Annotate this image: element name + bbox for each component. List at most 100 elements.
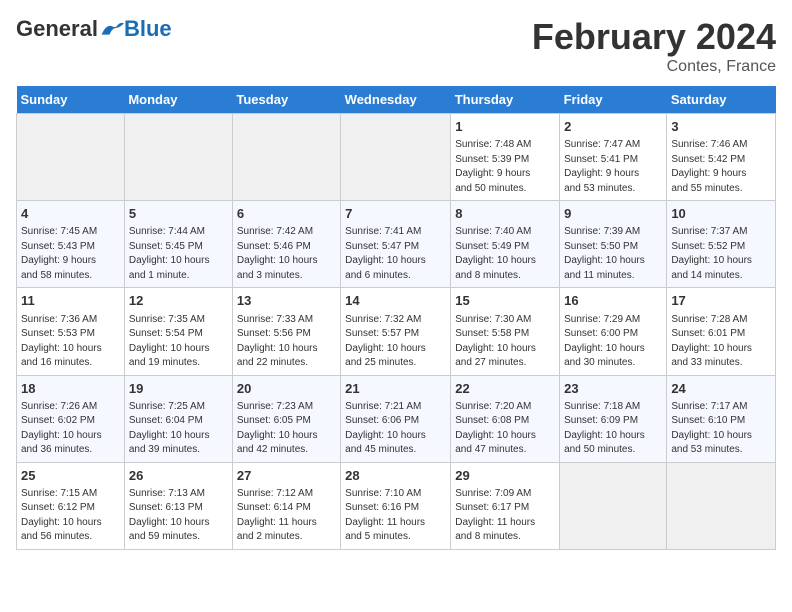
day-number: 4 (21, 205, 120, 223)
calendar-cell: 6 Sunrise: 7:42 AM Sunset: 5:46 PM Daylig… (232, 201, 340, 288)
logo-general-text: General (16, 16, 98, 42)
day-number: 24 (671, 380, 771, 398)
calendar-cell: 17 Sunrise: 7:28 AM Sunset: 6:01 PM Dayli… (667, 288, 776, 375)
day-number: 17 (671, 292, 771, 310)
day-info: Sunrise: 7:17 AM Sunset: 6:10 PM Dayligh… (671, 400, 771, 458)
day-of-week-header: Saturday (667, 86, 776, 114)
logo-blue-text: Blue (124, 16, 172, 42)
calendar-cell: 19 Sunrise: 7:25 AM Sunset: 6:04 PM Dayli… (124, 375, 232, 462)
calendar-cell: 21 Sunrise: 7:21 AM Sunset: 6:06 PM Dayli… (341, 375, 451, 462)
day-number: 18 (21, 380, 120, 398)
title-section: February 2024 Contes, France (532, 16, 776, 76)
calendar-cell: 8Sunrise: 7:40 AM Sunset: 5:49 PM Daylig… (451, 201, 560, 288)
day-info: Sunrise: 7:46 AM Sunset: 5:42 PM Dayligh… (671, 138, 771, 196)
calendar-cell: 23 Sunrise: 7:18 AM Sunset: 6:09 PM Dayli… (560, 375, 667, 462)
calendar-cell (232, 114, 340, 201)
day-info: Sunrise: 7:37 AM Sunset: 5:52 PM Dayligh… (671, 225, 771, 283)
calendar-cell (124, 114, 232, 201)
logo-bird-icon (100, 19, 124, 39)
day-number: 22 (455, 380, 555, 398)
subtitle: Contes, France (532, 58, 776, 76)
day-info: Sunrise: 7:21 AM Sunset: 6:06 PM Dayligh… (345, 400, 446, 458)
calendar-cell: 7 Sunrise: 7:41 AM Sunset: 5:47 PM Daylig… (341, 201, 451, 288)
calendar-cell: 5Sunrise: 7:44 AM Sunset: 5:45 PM Daylig… (124, 201, 232, 288)
day-info: Sunrise: 7:44 AM Sunset: 5:45 PM Dayligh… (129, 225, 228, 283)
day-of-week-header: Thursday (451, 86, 560, 114)
main-title: February 2024 (532, 16, 776, 58)
day-info: Sunrise: 7:10 AM Sunset: 6:16 PM Dayligh… (345, 487, 446, 545)
calendar-cell: 13 Sunrise: 7:33 AM Sunset: 5:56 PM Dayli… (232, 288, 340, 375)
day-info: Sunrise: 7:18 AM Sunset: 6:09 PM Dayligh… (564, 400, 662, 458)
day-number: 21 (345, 380, 446, 398)
calendar-cell: 4 Sunrise: 7:45 AM Sunset: 5:43 PM Daylig… (17, 201, 125, 288)
calendar-cell (17, 114, 125, 201)
day-of-week-header: Monday (124, 86, 232, 114)
calendar-cell: 24 Sunrise: 7:17 AM Sunset: 6:10 PM Dayli… (667, 375, 776, 462)
day-number: 27 (237, 467, 336, 485)
calendar-cell: 10 Sunrise: 7:37 AM Sunset: 5:52 PM Dayli… (667, 201, 776, 288)
day-number: 12 (129, 292, 228, 310)
page-header: General Blue February 2024 Contes, Franc… (16, 16, 776, 76)
day-info: Sunrise: 7:39 AM Sunset: 5:50 PM Dayligh… (564, 225, 662, 283)
day-number: 3 (671, 118, 771, 136)
day-info: Sunrise: 7:15 AM Sunset: 6:12 PM Dayligh… (21, 487, 120, 545)
day-info: Sunrise: 7:29 AM Sunset: 6:00 PM Dayligh… (564, 313, 662, 371)
logo: General Blue (16, 16, 172, 42)
calendar-cell (341, 114, 451, 201)
day-number: 11 (21, 292, 120, 310)
calendar-cell: 12 Sunrise: 7:35 AM Sunset: 5:54 PM Dayli… (124, 288, 232, 375)
day-number: 19 (129, 380, 228, 398)
calendar-week-row: 4 Sunrise: 7:45 AM Sunset: 5:43 PM Daylig… (17, 201, 776, 288)
calendar-cell: 1 Sunrise: 7:48 AM Sunset: 5:39 PM Daylig… (451, 114, 560, 201)
day-info: Sunrise: 7:35 AM Sunset: 5:54 PM Dayligh… (129, 313, 228, 371)
day-number: 7 (345, 205, 446, 223)
day-number: 16 (564, 292, 662, 310)
day-info: Sunrise: 7:25 AM Sunset: 6:04 PM Dayligh… (129, 400, 228, 458)
day-info: Sunrise: 7:45 AM Sunset: 5:43 PM Dayligh… (21, 225, 120, 283)
day-info: Sunrise: 7:20 AM Sunset: 6:08 PM Dayligh… (455, 400, 555, 458)
day-number: 20 (237, 380, 336, 398)
day-number: 2 (564, 118, 662, 136)
calendar-week-row: 11 Sunrise: 7:36 AM Sunset: 5:53 PM Dayli… (17, 288, 776, 375)
day-number: 6 (237, 205, 336, 223)
calendar-cell: 14 Sunrise: 7:32 AM Sunset: 5:57 PM Dayli… (341, 288, 451, 375)
calendar-cell: 29Sunrise: 7:09 AM Sunset: 6:17 PM Dayli… (451, 462, 560, 549)
calendar-cell: 15Sunrise: 7:30 AM Sunset: 5:58 PM Dayli… (451, 288, 560, 375)
day-number: 23 (564, 380, 662, 398)
day-of-week-header: Sunday (17, 86, 125, 114)
day-info: Sunrise: 7:48 AM Sunset: 5:39 PM Dayligh… (455, 138, 555, 196)
day-info: Sunrise: 7:36 AM Sunset: 5:53 PM Dayligh… (21, 313, 120, 371)
day-number: 15 (455, 292, 555, 310)
calendar-header-row: SundayMondayTuesdayWednesdayThursdayFrid… (17, 86, 776, 114)
day-info: Sunrise: 7:26 AM Sunset: 6:02 PM Dayligh… (21, 400, 120, 458)
day-info: Sunrise: 7:33 AM Sunset: 5:56 PM Dayligh… (237, 313, 336, 371)
day-info: Sunrise: 7:32 AM Sunset: 5:57 PM Dayligh… (345, 313, 446, 371)
calendar-cell: 18 Sunrise: 7:26 AM Sunset: 6:02 PM Dayli… (17, 375, 125, 462)
calendar-cell: 28 Sunrise: 7:10 AM Sunset: 6:16 PM Dayli… (341, 462, 451, 549)
day-number: 28 (345, 467, 446, 485)
day-info: Sunrise: 7:42 AM Sunset: 5:46 PM Dayligh… (237, 225, 336, 283)
day-number: 25 (21, 467, 120, 485)
day-number: 29 (455, 467, 555, 485)
day-info: Sunrise: 7:41 AM Sunset: 5:47 PM Dayligh… (345, 225, 446, 283)
day-info: Sunrise: 7:47 AM Sunset: 5:41 PM Dayligh… (564, 138, 662, 196)
calendar-week-row: 1 Sunrise: 7:48 AM Sunset: 5:39 PM Daylig… (17, 114, 776, 201)
day-info: Sunrise: 7:40 AM Sunset: 5:49 PM Dayligh… (455, 225, 555, 283)
day-of-week-header: Friday (560, 86, 667, 114)
day-info: Sunrise: 7:23 AM Sunset: 6:05 PM Dayligh… (237, 400, 336, 458)
day-number: 1 (455, 118, 555, 136)
calendar-week-row: 25 Sunrise: 7:15 AM Sunset: 6:12 PM Dayli… (17, 462, 776, 549)
day-number: 14 (345, 292, 446, 310)
calendar-cell: 16 Sunrise: 7:29 AM Sunset: 6:00 PM Dayli… (560, 288, 667, 375)
day-number: 9 (564, 205, 662, 223)
calendar-cell: 2 Sunrise: 7:47 AM Sunset: 5:41 PM Daylig… (560, 114, 667, 201)
calendar-cell: 27Sunrise: 7:12 AM Sunset: 6:14 PM Dayli… (232, 462, 340, 549)
calendar-cell: 26Sunrise: 7:13 AM Sunset: 6:13 PM Dayli… (124, 462, 232, 549)
calendar-cell: 25 Sunrise: 7:15 AM Sunset: 6:12 PM Dayli… (17, 462, 125, 549)
day-info: Sunrise: 7:28 AM Sunset: 6:01 PM Dayligh… (671, 313, 771, 371)
day-number: 13 (237, 292, 336, 310)
calendar-table: SundayMondayTuesdayWednesdayThursdayFrid… (16, 86, 776, 550)
calendar-cell: 9 Sunrise: 7:39 AM Sunset: 5:50 PM Daylig… (560, 201, 667, 288)
day-number: 10 (671, 205, 771, 223)
calendar-cell (667, 462, 776, 549)
